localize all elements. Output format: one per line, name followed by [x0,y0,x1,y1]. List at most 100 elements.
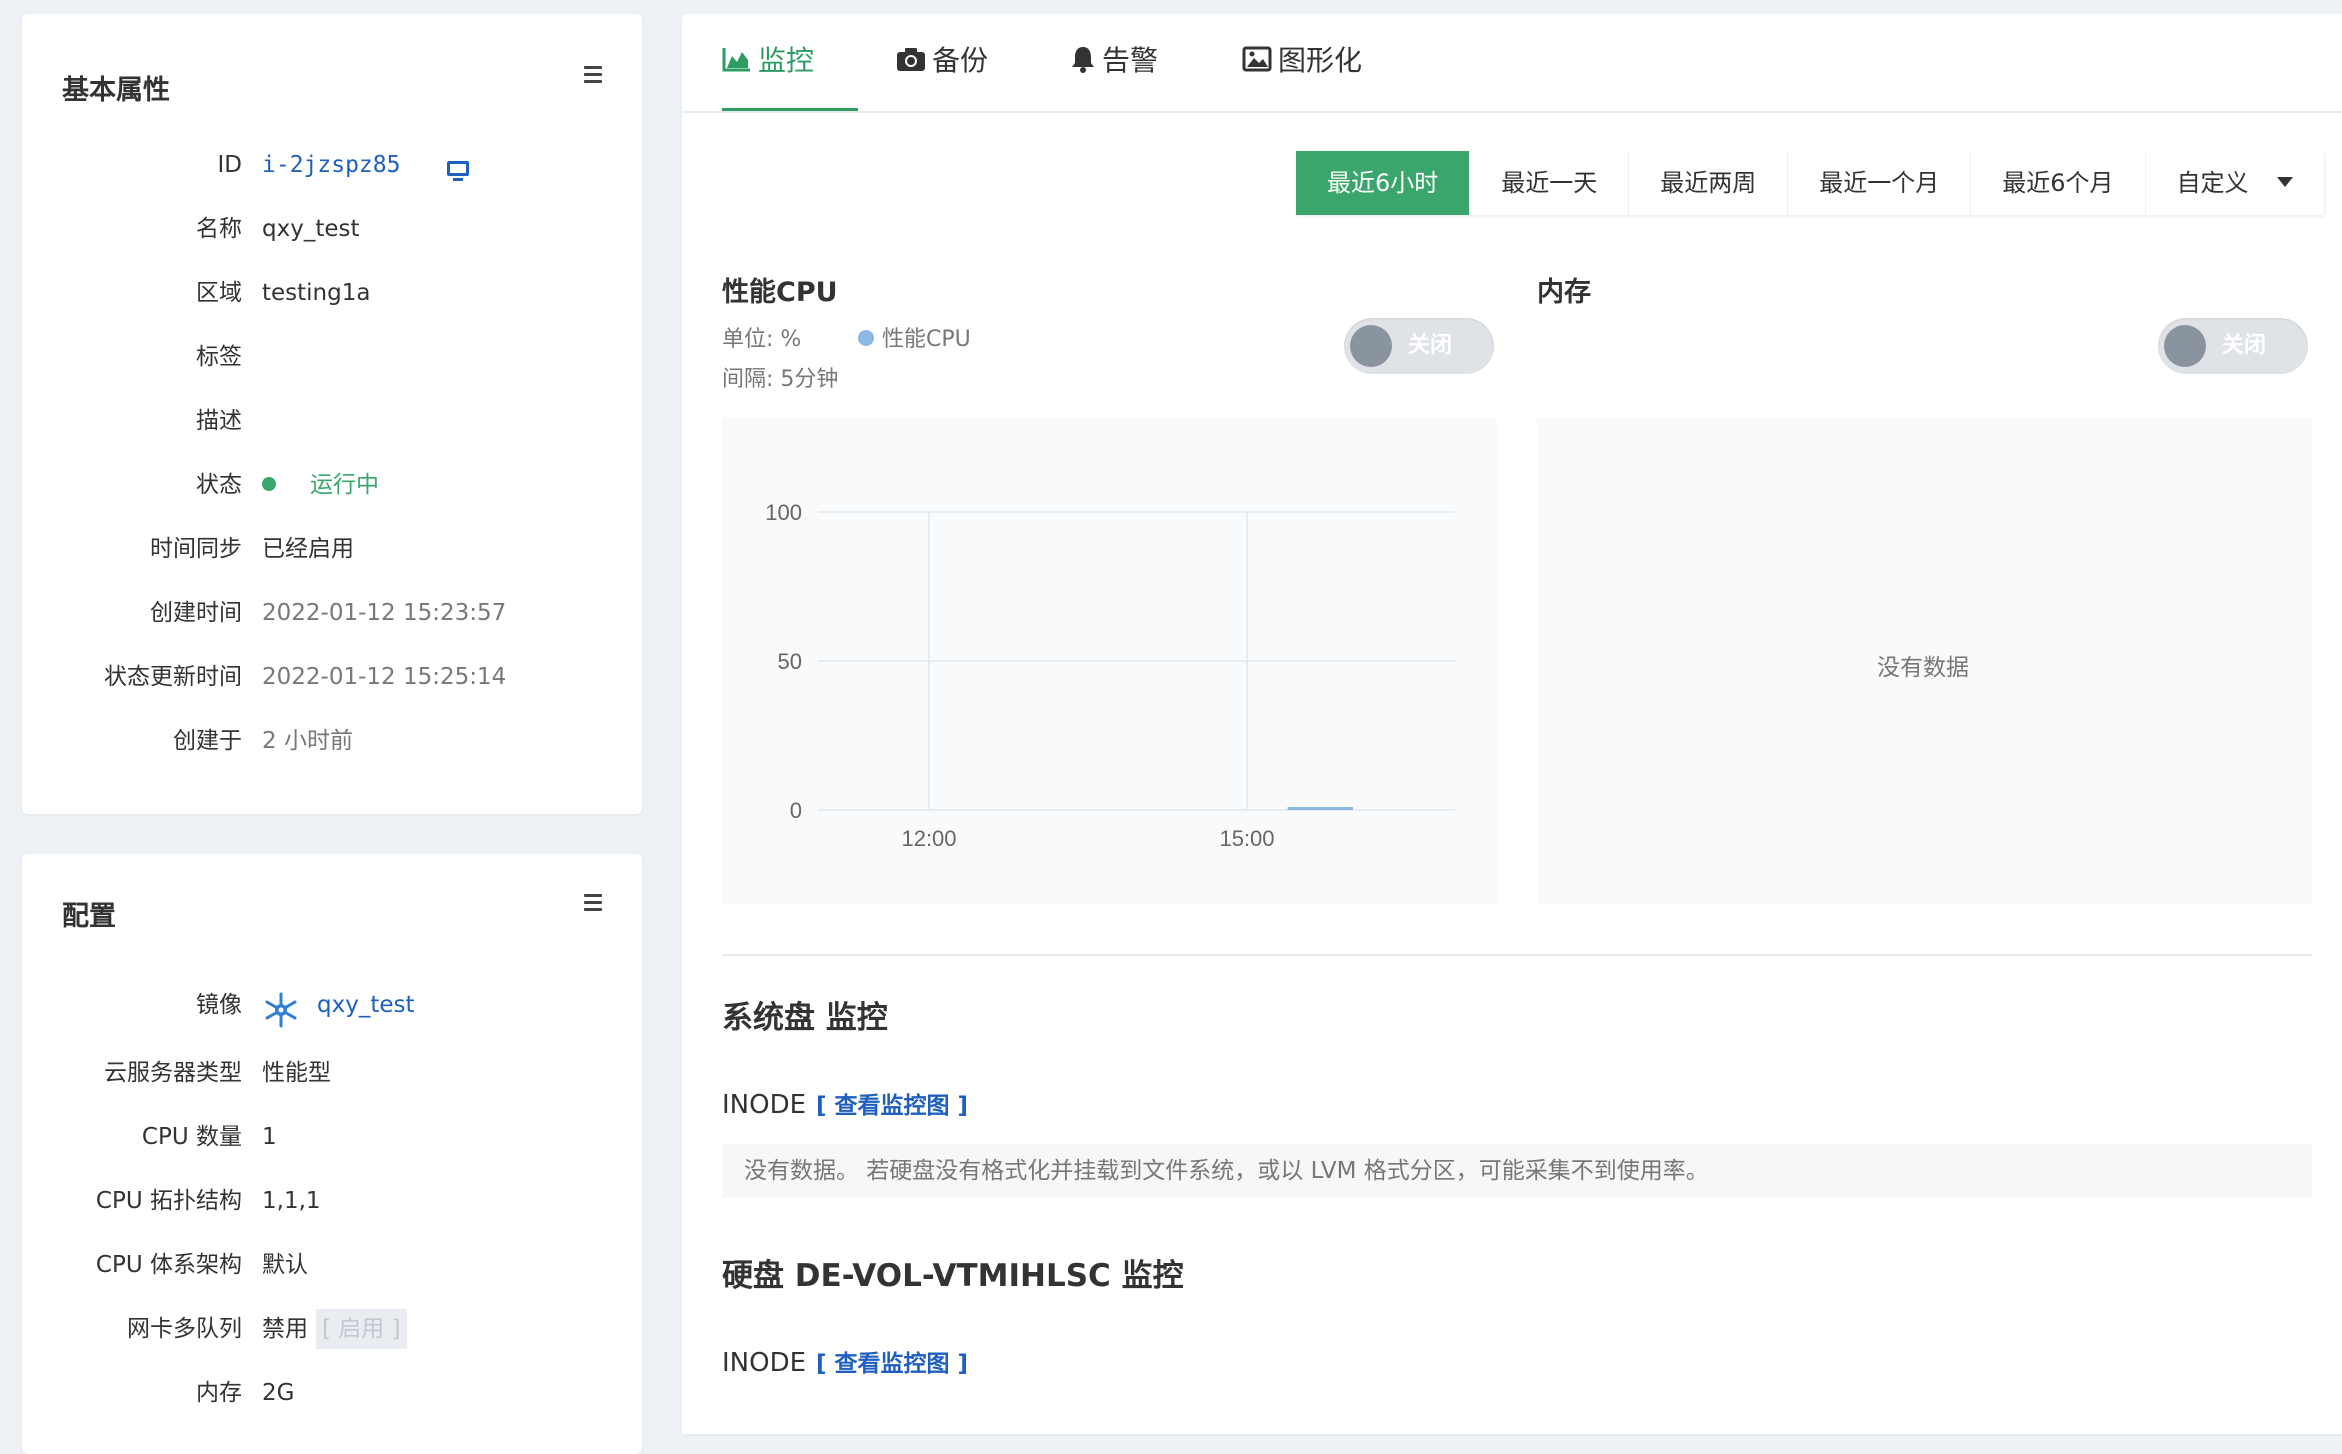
range-2w-button[interactable]: 最近两周 [1629,151,1788,215]
prop-row-timesync: 时间同步 已经启用 [22,529,642,569]
prop-row-created: 创建时间 2022-01-12 15:23:57 [22,593,642,633]
disk2-inode-row: INODE [ 查看监控图 ] [722,1344,968,1378]
toggle-label: 关闭 [1408,318,1452,374]
tab-monitor[interactable]: 监控 [722,14,858,111]
prop-value: 禁用[ 启用 ] [262,1309,407,1349]
memory-chart-title: 内存 [1537,270,1591,309]
prop-value: 1,1,1 [262,1181,321,1221]
cpu-interval: 间隔: 5分钟 [722,361,838,393]
monitor-icon[interactable] [446,155,470,195]
prop-value: 已经启用 [262,529,354,569]
prop-row-image: 镜像 qxy_test [22,985,642,1025]
view-chart-link[interactable]: [ 查看监控图 ] [816,1093,968,1119]
prop-row-zone: 区域 testing1a [22,273,642,313]
prop-row-updated: 状态更新时间 2022-01-12 15:25:14 [22,657,642,697]
menu-icon[interactable] [584,66,602,84]
memory-chart-toggle[interactable]: 关闭 [2158,318,2308,374]
prop-row-desc: 描述 [22,401,642,441]
legend-label: 性能CPU [882,327,971,352]
tab-bar: 监控 备份 告警 图形化 [682,14,2342,113]
cpu-chart-title: 性能CPU [722,270,838,309]
y-tick-label: 0 [790,798,802,823]
tab-label: 备份 [932,44,988,77]
prop-row-created-ago: 创建于 2 小时前 [22,721,642,761]
cpu-legend: 性能CPU [858,321,971,353]
prop-row-nic-queue: 网卡多队列 禁用[ 启用 ] [22,1309,642,1349]
prop-value: 默认 [262,1245,308,1285]
config-title: 配置 [62,894,116,933]
prop-value: 2022-01-12 15:23:57 [262,593,506,633]
prop-value: 2022-01-12 15:25:14 [262,657,506,697]
status-dot [262,477,276,491]
prop-label: 标签 [196,337,242,377]
enable-nic-queue-button[interactable]: [ 启用 ] [316,1309,407,1349]
y-tick-label: 100 [765,500,802,525]
unit-text: 单位: % [722,327,801,352]
prop-label: CPU 拓扑结构 [96,1181,242,1221]
legend-dot [858,330,874,346]
toggle-knob [1350,325,1392,367]
instance-id-link[interactable]: i-2jzspz85 [262,145,400,185]
prop-label: 时间同步 [150,529,242,569]
prop-label: CPU 数量 [142,1117,242,1157]
basic-properties-title: 基本属性 [62,68,170,107]
prop-row-tags: 标签 [22,337,642,377]
tab-alarm[interactable]: 告警 [1070,14,1158,111]
monitor-panel: 监控 备份 告警 图形化 最近6小时 最近一天 最近两周 最近一个月 最近6个月… [682,14,2342,1434]
memory-no-data: 没有数据 [1877,648,1969,682]
inode-label: INODE [722,1090,806,1120]
prop-label: 内存 [196,1373,242,1413]
range-6m-button[interactable]: 最近6个月 [1971,151,2145,215]
range-6h-button[interactable]: 最近6小时 [1296,151,1470,215]
snowflake-icon [262,991,300,1042]
toggle-label: 关闭 [2222,318,2266,374]
prop-row-id: ID i-2jzspz85 [22,145,642,185]
prop-label: 创建时间 [150,593,242,633]
prop-row-cpu-arch: CPU 体系架构 默认 [22,1245,642,1285]
prop-value: 性能型 [262,1053,331,1093]
cpu-unit: 单位: % [722,321,801,353]
cpu-chart-box: 10050012:0015:00 [722,418,1497,904]
prop-row-cpu-topology: CPU 拓扑结构 1,1,1 [22,1181,642,1221]
prop-row-memory: 内存 2G [22,1373,642,1413]
memory-chart-box: 没有数据 [1537,418,2312,904]
tab-label: 监控 [758,44,814,77]
prop-label: ID [218,145,243,185]
view-chart-link[interactable]: [ 查看监控图 ] [816,1351,968,1377]
toggle-knob [2164,325,2206,367]
cpu-chart-toggle[interactable]: 关闭 [1344,318,1494,374]
prop-label: 区域 [196,273,242,313]
range-custom-label: 自定义 [2177,169,2249,197]
divider [722,954,2312,956]
prop-row-type: 云服务器类型 性能型 [22,1053,642,1093]
tab-graphics[interactable]: 图形化 [1242,14,1362,111]
range-1m-button[interactable]: 最近一个月 [1788,151,1971,215]
prop-label: 镜像 [196,985,242,1025]
prop-label: 云服务器类型 [104,1053,242,1093]
range-custom-dropdown[interactable]: 自定义 [2146,151,2325,215]
prop-label: 描述 [196,401,242,441]
prop-value: testing1a [262,273,370,313]
disk2-title: 硬盘 DE-VOL-VTMIHLSC 监控 [722,1250,1184,1295]
status-value: 运行中 [262,465,379,505]
x-tick-label: 15:00 [1219,826,1274,851]
prop-value: 2G [262,1373,294,1413]
prop-value: 2 小时前 [262,721,353,761]
prop-label: 状态 [196,465,242,505]
basic-properties-card: 基本属性 ID i-2jzspz85 名称 qxy_test 区域 testin… [22,14,642,814]
range-1d-button[interactable]: 最近一天 [1470,151,1629,215]
config-card: 配置 镜像 qxy_test 云服务器类型 性能型 CPU 数量 1 CPU 拓… [22,854,642,1454]
inode-label: INODE [722,1348,806,1378]
time-range-group: 最近6小时 最近一天 最近两周 最近一个月 最近6个月 自定义 [1296,151,2325,215]
prop-label: 状态更新时间 [104,657,242,697]
tab-label: 告警 [1102,44,1158,77]
sys-disk-no-data: 没有数据。 若硬盘没有格式化并挂载到文件系统，或以 LVM 格式分区，可能采集不… [722,1144,2312,1198]
menu-icon[interactable] [584,894,602,912]
prop-label: 名称 [196,209,242,249]
prop-value: 1 [262,1117,277,1157]
image-link[interactable]: qxy_test [317,985,415,1025]
tab-backup[interactable]: 备份 [896,14,988,111]
cpu-line-chart: 10050012:0015:00 [722,418,1497,904]
prop-value: qxy_test [262,209,360,249]
camera-icon [896,46,926,72]
